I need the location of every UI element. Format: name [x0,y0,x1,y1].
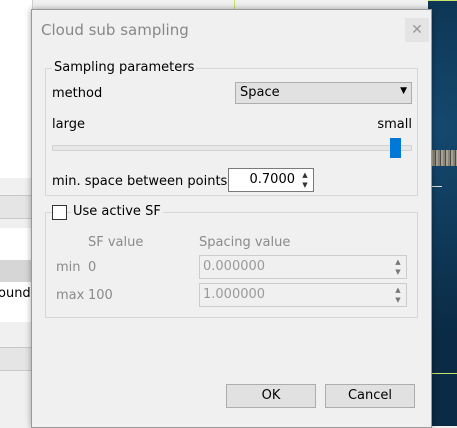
spin-down-icon[interactable]: ▼ [298,180,312,190]
method-label: method [52,86,103,101]
min-spacing-value: 0.000000 [203,259,266,274]
spacing-value-header: Spacing value [199,235,291,250]
viewport-border [428,373,457,374]
background-header-row [0,260,32,282]
spin-arrows[interactable]: ▲ ▼ [298,170,312,190]
background-row [0,195,32,219]
viewport-marker [432,186,442,187]
3d-viewport[interactable] [428,0,457,426]
max-sf-value: 100 [88,288,113,303]
slider-right-label: small [377,117,412,132]
cancel-button[interactable]: Cancel [325,384,415,408]
max-spacing-value: 1.000000 [203,287,266,302]
method-select[interactable]: Space ▼ [235,82,412,104]
background-row: ound [0,282,32,322]
min-space-value: 0.7000 [249,172,296,187]
chevron-down-icon: ▼ [400,86,407,96]
slider-left-label: large [52,117,85,132]
cloud-sub-sampling-dialog: Cloud sub sampling ✕ Sampling parameters… [31,9,432,428]
spin-arrows[interactable]: ▲ ▼ [391,257,405,277]
viewport-border [234,0,235,9]
min-sf-value: 0 [88,260,97,275]
min-space-spinbox[interactable]: 0.7000 ▲ ▼ [228,168,314,192]
spin-up-icon[interactable]: ▲ [391,257,405,267]
sampling-parameters-group: Sampling parameters method Space ▼ large… [45,60,418,196]
min-space-label: min. space between points [52,174,228,189]
min-spacing-spinbox[interactable]: 0.000000 ▲ ▼ [199,255,407,279]
title-bar[interactable]: Cloud sub sampling ✕ [32,10,431,48]
spin-down-icon[interactable]: ▼ [391,295,405,305]
background-panel [0,228,32,260]
min-row-label: min [56,260,81,275]
use-active-sf-checkbox[interactable] [52,205,67,220]
use-active-sf-group: Use active SF SF value Spacing value min… [45,204,418,318]
sf-value-header: SF value [88,235,144,250]
max-spacing-spinbox[interactable]: 1.000000 ▲ ▼ [199,283,407,307]
sampling-parameters-legend: Sampling parameters [52,60,197,75]
sampling-slider-thumb[interactable] [390,138,401,158]
background-properties-panel [0,0,33,178]
close-icon: ✕ [411,22,423,38]
spin-up-icon[interactable]: ▲ [391,285,405,295]
sampling-slider-track[interactable] [52,145,412,151]
ok-button[interactable]: OK [226,384,316,408]
spin-down-icon[interactable]: ▼ [391,267,405,277]
background-row-label: ound [0,286,31,301]
close-button[interactable]: ✕ [405,18,429,42]
spin-arrows[interactable]: ▲ ▼ [391,285,405,305]
use-active-sf-label[interactable]: Use active SF [71,204,163,219]
max-row-label: max [56,288,85,303]
method-select-value: Space [240,85,280,100]
dialog-title: Cloud sub sampling [41,21,189,39]
viewport-border [428,0,457,1]
background-row [0,347,32,371]
spin-up-icon[interactable]: ▲ [298,170,312,180]
point-cloud [428,150,457,166]
